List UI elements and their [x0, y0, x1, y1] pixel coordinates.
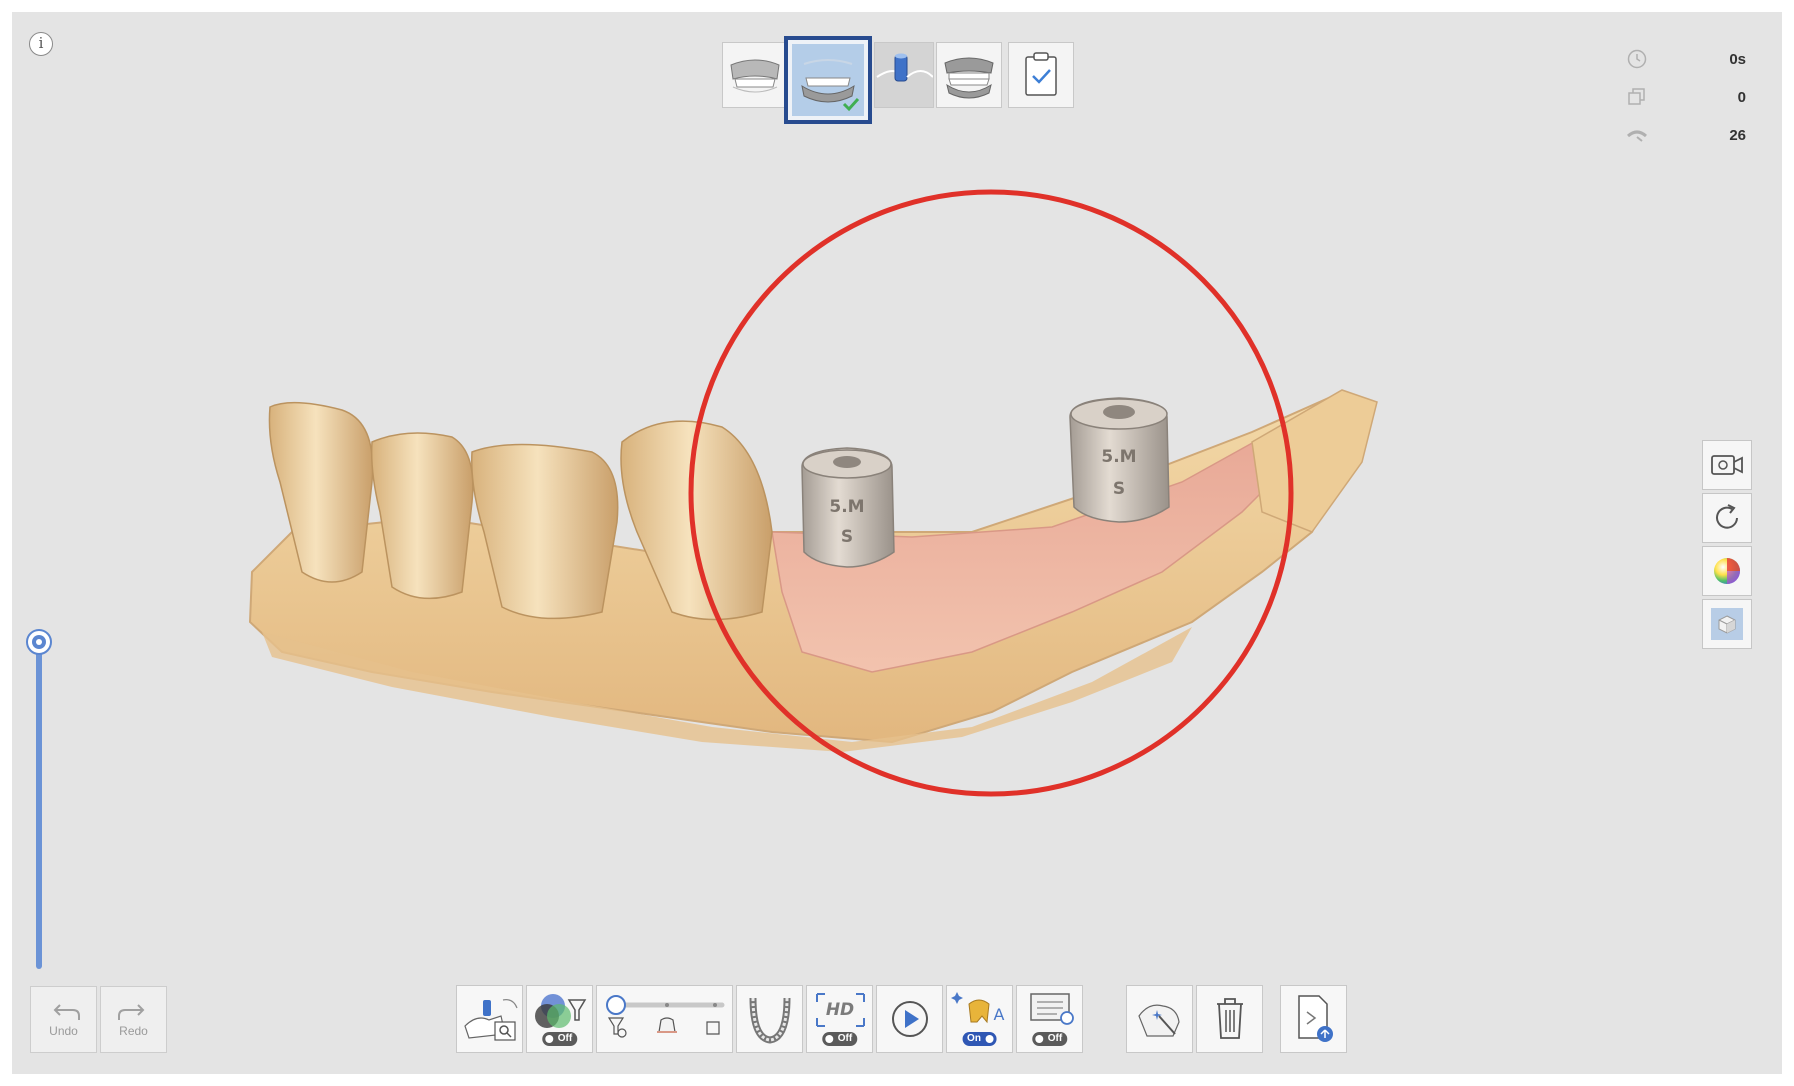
stat-time-value: 0s [1729, 50, 1746, 68]
scan-viewport[interactable]: 5.M S 5.M S i 0s 0 26 Undo Redo Off HD O… [12, 12, 1782, 1074]
upper-jaw-icon [730, 59, 780, 93]
play-icon [892, 1001, 928, 1037]
screen-settings-icon [1030, 993, 1074, 1025]
check-icon [842, 97, 860, 112]
speed-gauge-icon [1627, 130, 1647, 142]
lower-jaw-icon [801, 59, 860, 112]
trash-icon [1217, 998, 1243, 1039]
color-wheel-icon [1714, 558, 1740, 584]
file-send-icon [1298, 995, 1333, 1042]
svg-text:A: A [994, 1005, 1005, 1024]
magic-wand-icon [1138, 1004, 1180, 1037]
stage-review[interactable] [1008, 42, 1074, 108]
video-camera-icon [1711, 455, 1743, 475]
filter-level-icon [606, 995, 725, 1038]
shots-icon [1628, 88, 1645, 105]
stat-speed: 26 [1626, 116, 1746, 154]
stage-upper-jaw[interactable] [722, 42, 788, 108]
filter-slider-knob[interactable] [26, 629, 52, 655]
cube-icon [1711, 608, 1743, 640]
undo-button[interactable]: Undo [30, 986, 97, 1053]
filter-level-slider[interactable] [596, 985, 733, 1053]
hd-toggle[interactable]: Off [821, 1032, 858, 1046]
color-filter-button[interactable]: Off [526, 985, 593, 1053]
mono-mode-button[interactable] [1702, 599, 1752, 649]
ai-filter-button[interactable]: A On [946, 985, 1013, 1053]
redo-icon [117, 1003, 144, 1020]
reset-view-button[interactable] [1702, 493, 1752, 543]
dental-3d-model[interactable]: 5.M S 5.M S [12, 12, 1782, 1074]
occlusion-icon [944, 57, 994, 99]
redo-button[interactable]: Redo [100, 986, 167, 1053]
stat-shots: 0 [1626, 78, 1746, 116]
scanbody-1-label-bottom: S [841, 527, 853, 547]
magic-trim-button[interactable] [1126, 985, 1193, 1053]
filter-slider-track[interactable] [36, 649, 42, 969]
arch-button[interactable] [736, 985, 803, 1053]
info-button[interactable]: i [29, 32, 53, 56]
ai-tooth-icon: A [951, 992, 1005, 1024]
stage-occlusion[interactable] [936, 42, 1002, 108]
scan-inspection-button[interactable] [456, 985, 523, 1053]
ai-filter-toggle[interactable]: On [962, 1032, 997, 1046]
stage-scan-body[interactable] [874, 42, 934, 108]
aperture-icon [32, 635, 46, 649]
undo-icon [53, 1003, 80, 1020]
hd-label: HD [826, 1000, 854, 1020]
ridge [1251, 389, 1378, 533]
rotate-icon [1716, 504, 1738, 529]
screen-settings-toggle[interactable]: Off [1031, 1032, 1068, 1046]
scanbody-2-label-bottom: S [1113, 479, 1125, 499]
color-filter-toggle[interactable]: Off [541, 1032, 578, 1046]
hd-mode-button[interactable]: HD Off [806, 985, 873, 1053]
clock-icon [1627, 49, 1647, 69]
stage-lower-jaw[interactable] [784, 36, 872, 124]
filter-slider[interactable] [26, 629, 52, 979]
play-button[interactable] [876, 985, 943, 1053]
stat-time: 0s [1626, 40, 1746, 78]
history-buttons: Undo Redo [30, 986, 167, 1053]
clipboard-check-icon [1025, 52, 1057, 96]
send-data-button[interactable] [1280, 985, 1347, 1053]
record-video-button[interactable] [1702, 440, 1752, 490]
hd-frame-icon: HD [816, 993, 865, 1027]
view-tools [1702, 440, 1752, 652]
scanbody-2-label-top: 5.M [1101, 447, 1136, 467]
stat-speed-value: 26 [1729, 126, 1746, 144]
redo-label: Redo [119, 1023, 148, 1038]
scan-body-icon [876, 53, 934, 82]
dental-arch-icon [749, 997, 791, 1044]
scanbody-2: 5.M S [1069, 397, 1170, 523]
color-filter-icon [535, 994, 587, 1028]
undo-label: Undo [49, 1023, 78, 1038]
scan-inspect-icon [464, 999, 518, 1041]
delete-button[interactable] [1196, 985, 1263, 1053]
color-mode-button[interactable] [1702, 546, 1752, 596]
scanbody-1: 5.M S [801, 447, 895, 568]
scan-stats: 0s 0 26 [1626, 40, 1746, 154]
screen-settings-button[interactable]: Off [1016, 985, 1083, 1053]
scanbody-1-label-top: 5.M [829, 497, 864, 517]
stat-shots-value: 0 [1737, 88, 1746, 106]
